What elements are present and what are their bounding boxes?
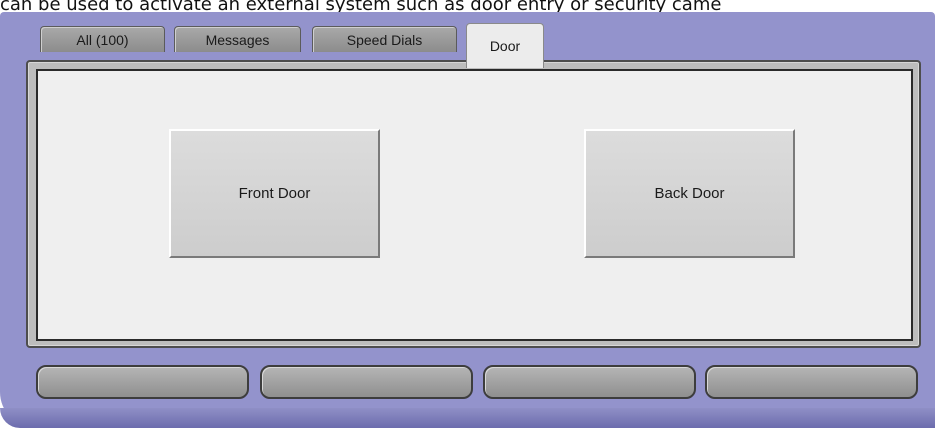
soft-key-3[interactable] xyxy=(483,365,696,399)
front-door-button[interactable]: Front Door xyxy=(169,129,380,258)
front-door-label: Front Door xyxy=(238,185,311,202)
tab-door[interactable]: Door xyxy=(466,23,544,68)
back-door-button[interactable]: Back Door xyxy=(584,129,795,258)
device-bezel-bottom xyxy=(0,408,935,428)
tab-speed-dials[interactable]: Speed Dials xyxy=(312,26,457,52)
tab-all[interactable]: All (100) xyxy=(40,26,165,52)
back-door-label: Back Door xyxy=(654,185,725,202)
door-panel-content: Front Door Back Door xyxy=(36,69,913,341)
phone-display: All (100) Messages Speed Dials Door Fron… xyxy=(0,12,935,428)
screenshot: can be used to activate an external syst… xyxy=(0,0,935,428)
soft-key-1[interactable] xyxy=(36,365,249,399)
soft-key-4[interactable] xyxy=(705,365,918,399)
door-panel: Front Door Back Door xyxy=(26,60,921,348)
soft-key-2[interactable] xyxy=(260,365,473,399)
tab-messages[interactable]: Messages xyxy=(174,26,301,52)
